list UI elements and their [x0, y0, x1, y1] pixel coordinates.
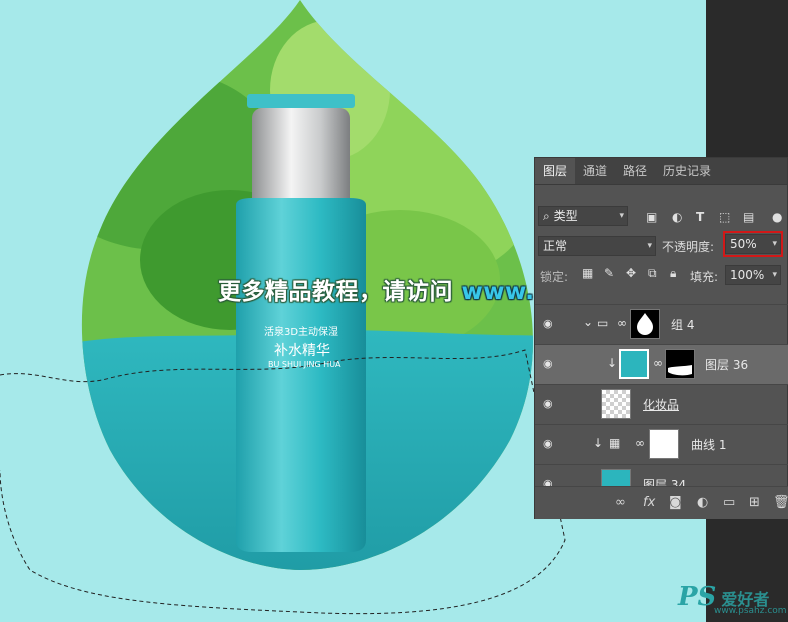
eye-icon[interactable]: ◉ [543, 397, 557, 411]
smart-object-thumbnail [601, 389, 631, 419]
site-logo-ps: PS [678, 582, 717, 612]
eye-icon[interactable]: ◉ [543, 477, 557, 486]
clip-arrow-icon: ↓ [593, 436, 604, 450]
chevron-down-icon: ▾ [619, 211, 624, 221]
bottle-label-line2: 补水精华 [274, 343, 330, 359]
add-mask-icon[interactable]: ◙ [669, 495, 682, 510]
lock-artboard-icon[interactable]: ⧉ [648, 266, 657, 281]
adjustment-layer-icon[interactable]: ◐ [697, 495, 708, 510]
layer-name: 图层 36 [705, 358, 749, 372]
panel-tabs: 图层 通道 路径 历史记录 [535, 158, 787, 185]
site-logo: PS 爱好者 www.psahz.com [678, 582, 787, 616]
filter-toggle-icon[interactable]: ● [772, 210, 782, 224]
layer-row-selected[interactable]: ◉ ↓ ∞ 图层 36 [535, 344, 788, 384]
lock-label: 锁定: [540, 270, 569, 284]
group-mask-thumbnail [630, 309, 660, 339]
lock-transparent-icon[interactable]: ▦ [582, 266, 593, 280]
lock-pixels-icon[interactable]: ✎ [604, 266, 614, 280]
eye-icon[interactable]: ◉ [543, 437, 557, 451]
layer-name: 图层 34 [643, 478, 687, 486]
tab-channels[interactable]: 通道 [575, 158, 615, 184]
tab-history[interactable]: 历史记录 [655, 158, 719, 184]
curves-mask-thumbnail [649, 429, 679, 459]
layer-mask-thumbnail [665, 349, 695, 379]
link-icon: ∞ [653, 356, 663, 370]
new-layer-icon[interactable]: ⊞ [749, 495, 760, 510]
layer-row-partial[interactable]: ◉ 图层 34 [535, 464, 788, 486]
search-icon: ⌕ [543, 209, 550, 223]
curves-adjustment-icon: ▦ [609, 436, 621, 450]
lock-all-icon[interactable]: 🔒︎ [670, 266, 676, 281]
link-icon: ∞ [617, 316, 627, 330]
layer-row-group[interactable]: ◉ ⌄ ▭ ∞ 组 4 [535, 304, 788, 344]
disclosure-icon[interactable]: ⌄ [583, 315, 593, 329]
layer-name: 曲线 1 [691, 438, 727, 452]
pixel-filter-icon[interactable]: ▣ [646, 210, 657, 224]
adjustment-filter-icon[interactable]: ◐ [672, 210, 682, 224]
new-group-icon[interactable]: ▭ [723, 495, 735, 510]
layer-filter-select[interactable]: ⌕ 类型 ▾ [538, 206, 628, 226]
layer-row-curves[interactable]: ◉ ↓ ▦ ∞ 曲线 1 [535, 424, 788, 464]
site-domain: www.psahz.com [714, 606, 787, 616]
fill-value: 100% [730, 268, 765, 282]
folder-icon: ▭ [597, 316, 609, 330]
chevron-down-icon: ▾ [772, 270, 777, 280]
filter-kind-value: 类型 [553, 209, 578, 223]
shape-filter-icon[interactable]: ⬚ [719, 210, 730, 224]
panel-bottom-bar: ∞ fx ◙ ◐ ▭ ⊞ 🗑︎ [535, 486, 788, 519]
bottle-label-line3: BU SHUI JING HUA [268, 360, 341, 369]
blend-mode-select[interactable]: 正常 ▾ [538, 236, 656, 256]
blend-mode-value: 正常 [543, 239, 568, 253]
fill-label: 填充: [690, 270, 719, 284]
watermark-text: 更多精品教程，请访问 [218, 279, 453, 305]
fx-icon[interactable]: fx [643, 495, 655, 510]
bottle-label-line1: 活泉3D主动保湿 [264, 327, 339, 338]
link-icon: ∞ [635, 436, 645, 450]
layer-row-smart[interactable]: ◉ 化妆品 [535, 384, 788, 424]
tab-paths[interactable]: 路径 [615, 158, 655, 184]
link-layers-icon[interactable]: ∞ [615, 495, 626, 510]
layer-name: 化妆品 [643, 398, 680, 412]
trash-icon[interactable]: 🗑︎ [773, 495, 788, 510]
smart-object-filter-icon[interactable]: ▤ [743, 210, 754, 224]
chevron-down-icon: ▾ [647, 241, 652, 251]
fill-field[interactable]: 100% ▾ [725, 265, 781, 285]
layer-name: 组 4 [671, 318, 695, 332]
layer-color-thumbnail [601, 469, 631, 486]
lock-position-icon[interactable]: ✥ [626, 266, 636, 280]
type-filter-icon[interactable]: T [696, 210, 704, 224]
eye-icon[interactable]: ◉ [543, 317, 557, 331]
clip-arrow-icon: ↓ [607, 356, 618, 370]
eye-icon[interactable]: ◉ [543, 357, 557, 371]
tab-layers[interactable]: 图层 [535, 158, 576, 184]
opacity-highlight-box [723, 231, 783, 257]
opacity-label: 不透明度: [662, 240, 715, 254]
layer-color-thumbnail [619, 349, 649, 379]
